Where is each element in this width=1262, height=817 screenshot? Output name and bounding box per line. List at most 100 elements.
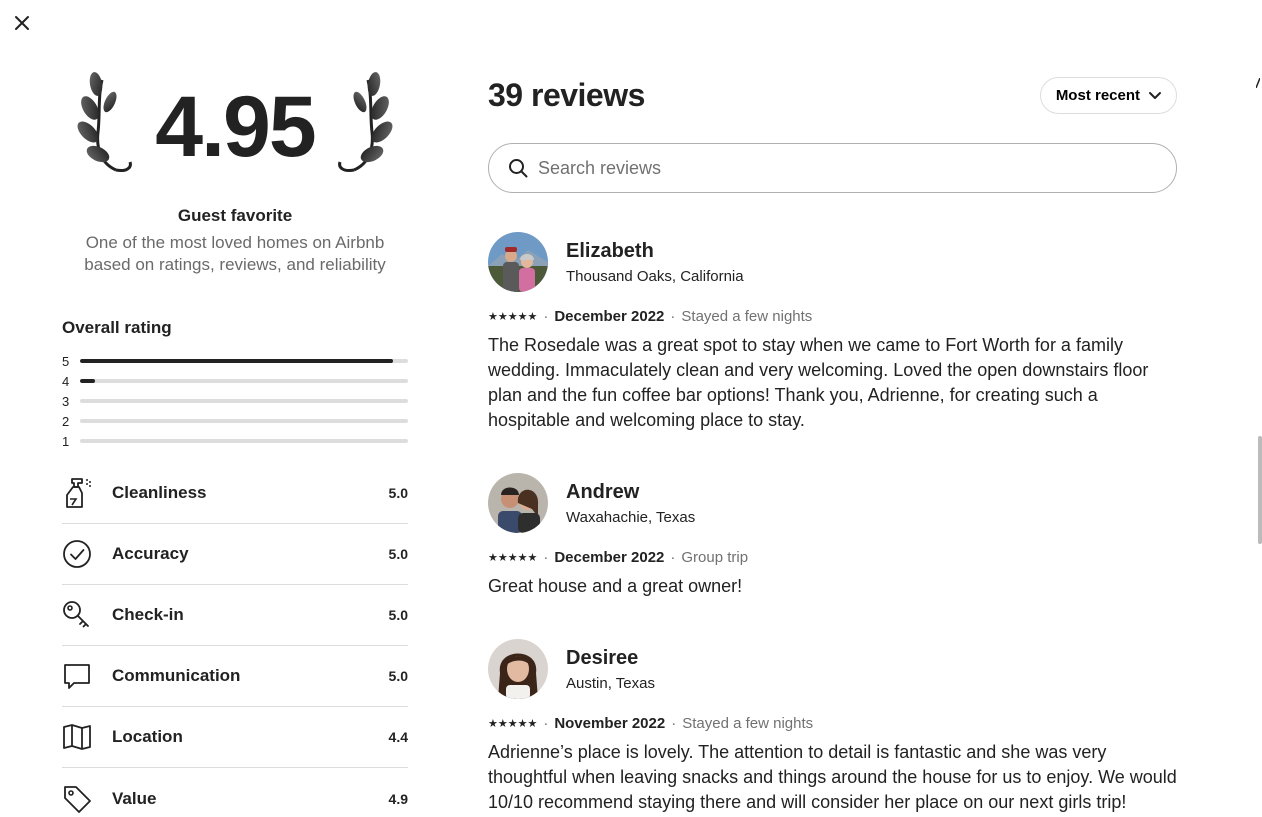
star-rating: ★★★★★ <box>488 311 538 323</box>
avatar-photo <box>488 639 548 699</box>
category-label: Cleanliness <box>112 483 207 502</box>
category-score: 4.4 <box>388 729 408 745</box>
distribution-row: 5 <box>62 351 408 371</box>
category-label: Communication <box>112 666 241 685</box>
check-circle-icon <box>63 540 91 568</box>
distribution-row: 2 <box>62 411 408 431</box>
review-text: Great house and a great owner! <box>488 576 743 596</box>
overall-rating-title: Overall rating <box>62 318 172 337</box>
chat-bubble-icon <box>64 664 90 689</box>
category-score: 4.9 <box>388 790 408 807</box>
review-date: November 2022 <box>554 715 666 732</box>
laurel-left-icon <box>77 72 132 172</box>
reviewer-avatar[interactable] <box>488 639 548 699</box>
reviewer-avatar[interactable] <box>488 232 548 292</box>
reviewer-location: Austin, Texas <box>566 674 655 692</box>
review-item: Desiree Austin, Texas ★★★★★ · November 2… <box>488 639 1177 815</box>
category-label: Accuracy <box>112 544 189 563</box>
separator-dot: · <box>670 549 676 566</box>
category-label: Location <box>112 727 183 746</box>
distribution-star-label: 1 <box>62 433 70 449</box>
separator-dot: · <box>543 549 549 566</box>
review-date: December 2022 <box>554 549 665 566</box>
separator-dot: · <box>543 715 549 732</box>
review-meta: ★★★★★ · December 2022 · Group trip <box>488 549 1177 566</box>
rating-summary: 4.95 Guest favorite One of the most love… <box>62 60 408 817</box>
distribution-star-label: 5 <box>62 353 70 369</box>
price-tag-icon <box>64 785 91 813</box>
reviews-panel: 39 reviews Most recent Search reviews El… <box>488 60 1177 817</box>
separator-dot: · <box>671 715 677 732</box>
sort-dropdown[interactable]: Most recent <box>1039 76 1177 114</box>
close-icon <box>15 16 29 30</box>
close-button[interactable] <box>10 11 34 35</box>
trip-type: Group trip <box>681 549 749 566</box>
distribution-row: 3 <box>62 391 408 411</box>
chevron-down-icon <box>1149 92 1161 99</box>
category-check-in: Check-in 5.0 <box>62 585 408 646</box>
category-label: Value <box>112 788 157 808</box>
reviewer-name: Desiree <box>566 646 639 669</box>
reviews-count: 39 reviews <box>488 76 645 113</box>
distribution-star-label: 4 <box>62 373 70 389</box>
distribution-row: 4 <box>62 371 408 391</box>
search-reviews-field[interactable] <box>488 143 1177 193</box>
map-icon <box>63 724 91 750</box>
guest-favorite-description: One of the most loved homes on Airbnb ba… <box>84 233 386 274</box>
spray-bottle-icon <box>66 478 91 508</box>
reviewer-name: Andrew <box>566 480 640 503</box>
scrollbar-thumb[interactable] <box>1258 436 1262 544</box>
scroll-arrow-icon <box>1256 78 1260 88</box>
reviewer-name: Elizabeth <box>566 239 654 262</box>
star-rating: ★★★★★ <box>488 718 538 730</box>
separator-dot: · <box>670 308 676 325</box>
distribution-bar <box>80 379 408 383</box>
review-meta: ★★★★★ · November 2022 · Stayed a few nig… <box>488 715 1177 732</box>
category-label: Check-in <box>112 605 184 624</box>
review-meta: ★★★★★ · December 2022 · Stayed a few nig… <box>488 308 1177 325</box>
distribution-bar <box>80 419 408 423</box>
review-item: Elizabeth Thousand Oaks, California ★★★★… <box>488 232 1177 433</box>
sort-label: Most recent <box>1055 86 1140 104</box>
reviewer-info: Desiree Austin, Texas <box>488 639 1177 699</box>
search-reviews-input[interactable] <box>538 157 1118 179</box>
trip-type: Stayed a few nights <box>682 715 814 732</box>
distribution-star-label: 3 <box>62 393 70 409</box>
reviewer-avatar[interactable] <box>488 473 548 533</box>
distribution-bar-fill <box>80 359 394 363</box>
rating-distribution: 5 4 3 2 1 <box>62 351 408 451</box>
reviewer-location: Waxahachie, Texas <box>566 508 696 526</box>
reviewer-location: Thousand Oaks, California <box>566 267 744 285</box>
reviewer-info: Andrew Waxahachie, Texas <box>488 473 1177 533</box>
search-icon <box>509 159 528 178</box>
review-text: The Rosedale was a great spot to stay wh… <box>488 335 1149 430</box>
distribution-bar <box>80 439 408 443</box>
distribution-bar <box>80 399 408 403</box>
distribution-star-label: 2 <box>62 413 70 429</box>
key-icon <box>63 601 89 628</box>
review-date: December 2022 <box>554 308 665 325</box>
category-communication: Communication 5.0 <box>62 646 408 707</box>
separator-dot: · <box>543 308 549 325</box>
review-item: Andrew Waxahachie, Texas ★★★★★ · Decembe… <box>488 473 1177 599</box>
category-location: Location 4.4 <box>62 707 408 768</box>
trip-type: Stayed a few nights <box>681 308 813 325</box>
review-list: Elizabeth Thousand Oaks, California ★★★★… <box>488 232 1177 815</box>
overall-score: 4.95 <box>155 79 316 175</box>
score-hero: 4.95 <box>62 60 408 200</box>
reviewer-info: Elizabeth Thousand Oaks, California <box>488 232 1177 292</box>
guest-favorite-title: Guest favorite <box>177 206 293 225</box>
laurel-right-icon <box>338 72 393 172</box>
category-accuracy: Accuracy 5.0 <box>62 524 408 585</box>
category-score: 5.0 <box>388 485 408 501</box>
review-text: Adrienne’s place is lovely. The attentio… <box>488 742 1177 812</box>
category-score: 5.0 <box>388 668 408 684</box>
category-value: Value 4.9 <box>62 768 408 817</box>
star-rating: ★★★★★ <box>488 552 538 564</box>
distribution-bar-fill <box>80 379 95 383</box>
avatar-photo <box>488 232 548 292</box>
category-score: 5.0 <box>388 607 408 623</box>
category-cleanliness: Cleanliness 5.0 <box>62 463 408 524</box>
avatar-photo <box>488 473 548 533</box>
distribution-row: 1 <box>62 431 408 451</box>
